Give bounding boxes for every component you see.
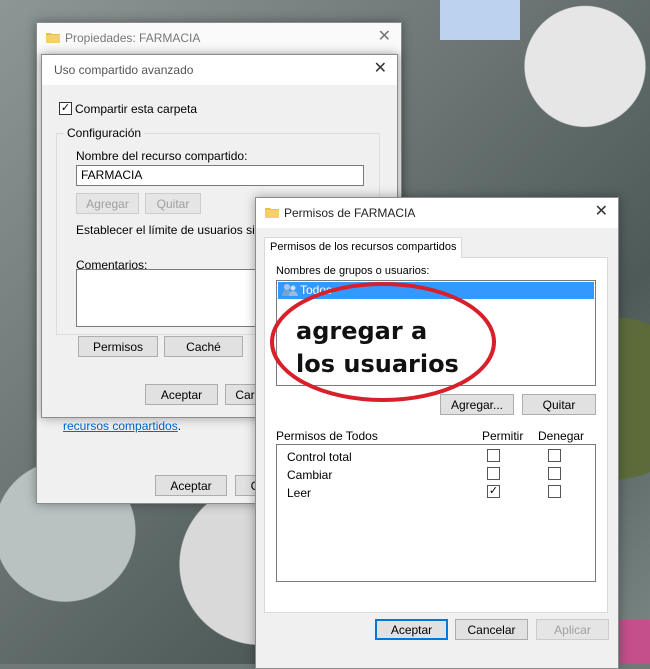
tab-permisos-recursos[interactable]: Permisos de los recursos compartidos: [264, 237, 463, 258]
perm-name: Control total: [287, 450, 352, 464]
user-limit-label: Establecer el límite de usuarios simulta: [76, 223, 285, 237]
allow-checkbox[interactable]: ✓: [487, 485, 500, 498]
desktop-blob: [440, 0, 520, 40]
uso-compartido-titlebar: Uso compartido avanzado ✕: [42, 55, 397, 85]
perm-name: Leer: [287, 486, 312, 500]
cache-button[interactable]: Caché: [164, 336, 243, 357]
permissions-list: [276, 444, 596, 582]
perm-name: Cambiar: [287, 468, 333, 482]
tab-label: Permisos de los recursos compartidos: [270, 241, 457, 253]
aceptar-button[interactable]: Aceptar: [155, 475, 227, 496]
col-allow: Permitir: [482, 429, 524, 443]
window-title: Propiedades: FARMACIA: [65, 31, 201, 45]
agregar-button[interactable]: Agregar: [76, 193, 139, 214]
close-icon[interactable]: ✕: [378, 29, 391, 45]
window-title: Uso compartido avanzado: [54, 63, 194, 77]
allow-checkbox[interactable]: [487, 449, 500, 462]
aceptar-button[interactable]: Aceptar: [145, 384, 218, 405]
window-title: Permisos de FARMACIA: [284, 206, 416, 220]
allow-checkbox[interactable]: [487, 467, 500, 480]
config-group-label: Configuración: [64, 126, 145, 140]
share-checkbox[interactable]: ✓: [59, 102, 72, 115]
groups-label: Nombres de grupos o usuarios:: [276, 265, 430, 277]
quitar-button[interactable]: Quitar: [522, 394, 596, 415]
aceptar-button[interactable]: Aceptar: [375, 619, 448, 640]
close-icon[interactable]: ✕: [374, 61, 387, 77]
col-deny: Denegar: [538, 429, 585, 443]
deny-checkbox[interactable]: [548, 485, 561, 498]
share-name-input[interactable]: FARMACIA: [76, 165, 364, 186]
cancelar-button[interactable]: Cancelar: [455, 619, 528, 640]
quitar-button[interactable]: Quitar: [145, 193, 201, 214]
aplicar-button[interactable]: Aplicar: [536, 619, 609, 640]
permissions-header: Permisos de Todos: [276, 429, 378, 443]
shared-resources-link[interactable]: recursos compartidos: [63, 419, 178, 433]
share-name-label: Nombre del recurso compartido:: [76, 149, 248, 163]
folder-icon: [265, 208, 279, 218]
link-suffix: .: [177, 419, 182, 433]
permisos-titlebar: Permisos de FARMACIA ✕: [256, 198, 618, 228]
deny-checkbox[interactable]: [548, 449, 561, 462]
link-line: recursos compartidos.: [63, 419, 181, 433]
deny-checkbox[interactable]: [548, 467, 561, 480]
folder-icon: [46, 33, 60, 43]
propiedades-titlebar: Propiedades: FARMACIA ✕: [37, 23, 401, 53]
annotation-text: agregar a los usuarios: [296, 317, 459, 378]
close-icon[interactable]: ✕: [595, 204, 608, 220]
share-checkbox-label: Compartir esta carpeta: [75, 102, 198, 116]
permisos-button[interactable]: Permisos: [78, 336, 158, 357]
permisos-window: Permisos de FARMACIA ✕ Permisos de los r…: [255, 197, 619, 669]
